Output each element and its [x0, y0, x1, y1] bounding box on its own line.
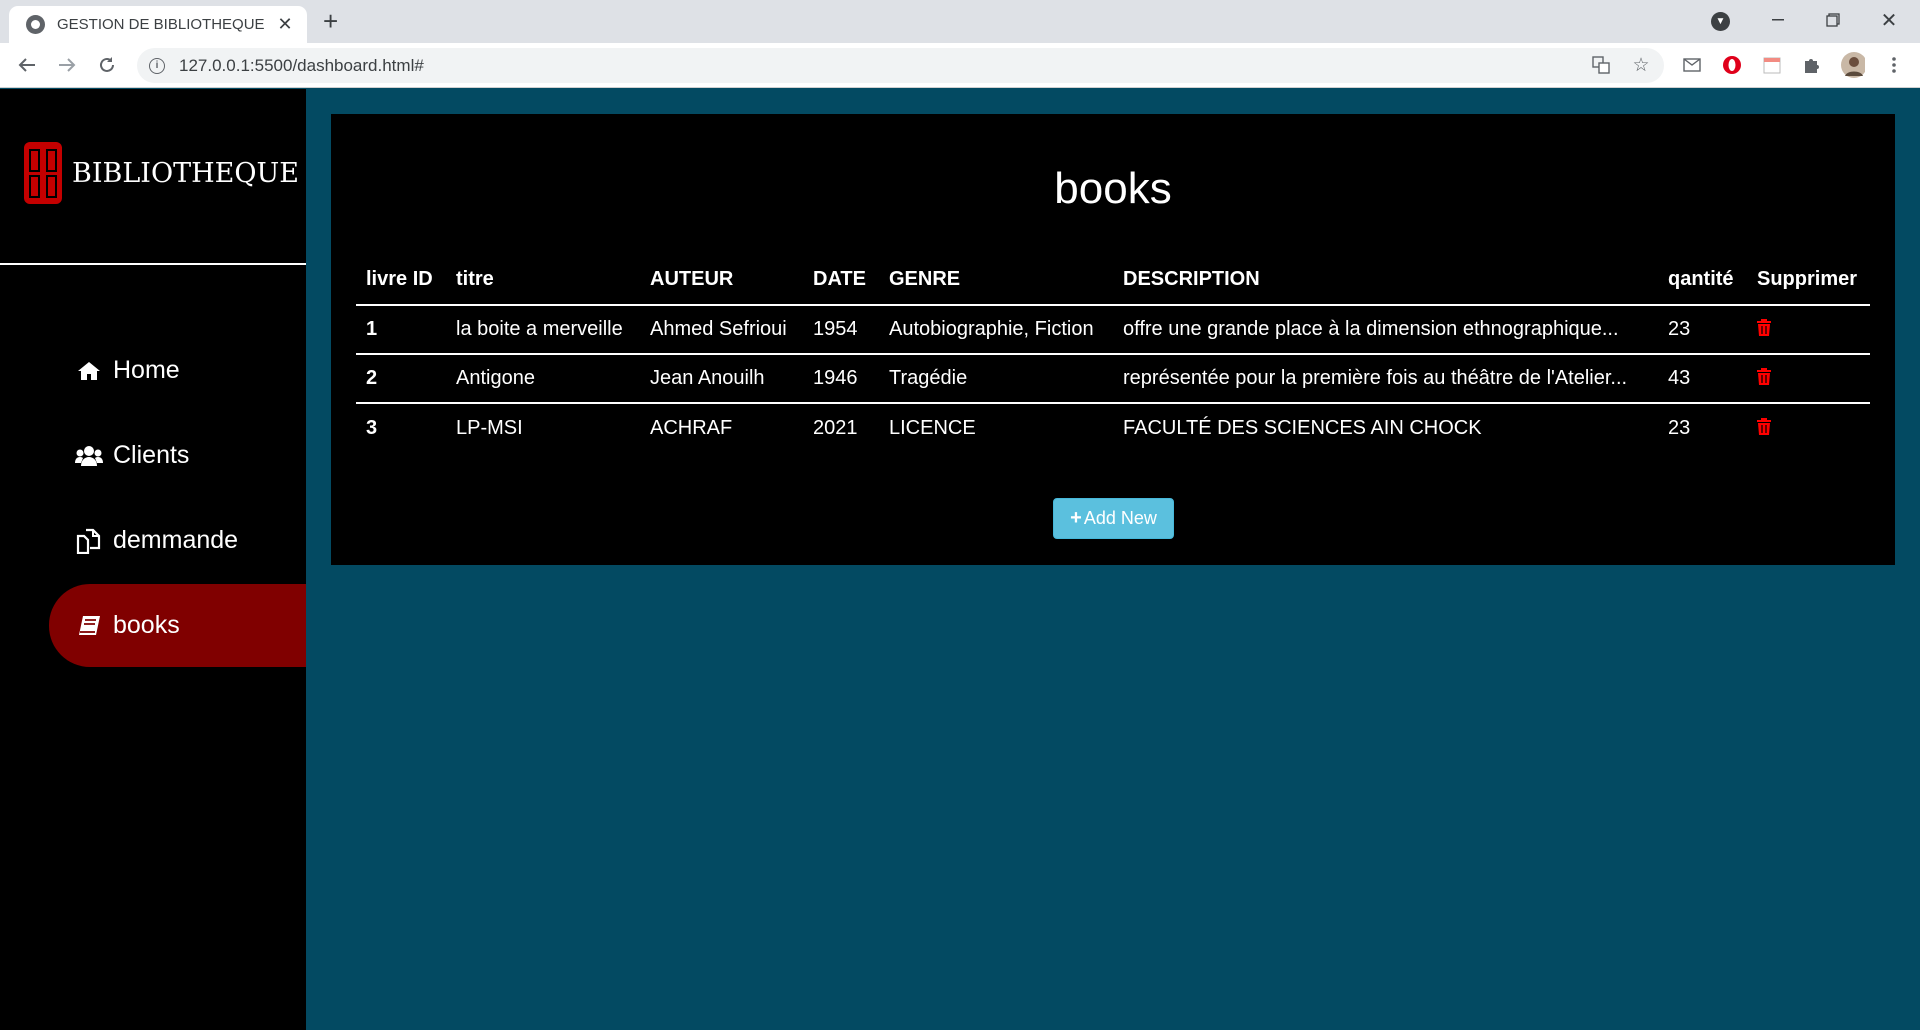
tab-title: GESTION DE BIBLIOTHEQUE	[57, 16, 265, 33]
sidebar-item-home[interactable]: Home	[49, 329, 306, 412]
column-header: DESCRIPTION	[1113, 254, 1658, 306]
books-table: livre ID titre AUTEUR DATE GENRE DESCRIP…	[356, 254, 1870, 452]
profile-avatar[interactable]	[1841, 52, 1865, 78]
minimize-button[interactable]	[1755, 0, 1801, 40]
cell-date: 2021	[813, 416, 858, 439]
cell-delete	[1747, 305, 1870, 355]
cell-id: 1	[356, 305, 446, 355]
add-new-button[interactable]: + Add New	[1053, 498, 1174, 539]
bookmark-star-icon[interactable]: ☆	[1627, 51, 1655, 79]
browser-toolbar: i 127.0.0.1:5500/dashboard.html# ☆	[0, 43, 1920, 88]
cell-auteur: Ahmed Sefrioui	[640, 305, 803, 355]
cell-description: représentée pour la première fois au thé…	[1113, 354, 1658, 404]
cell-date: 1954	[803, 305, 879, 355]
cell-quantite: 23	[1668, 416, 1691, 439]
calendar-extension-icon[interactable]	[1760, 53, 1784, 77]
sidebar-item-clients[interactable]: Clients	[49, 414, 306, 497]
cell-delete	[1747, 354, 1870, 404]
column-header: Supprimer	[1747, 254, 1870, 306]
restore-button[interactable]	[1810, 0, 1856, 40]
column-header: AUTEUR	[640, 254, 803, 306]
sidebar-item-label: books	[113, 611, 180, 639]
cell-id: 2	[356, 354, 446, 404]
cell-id: 3	[366, 416, 378, 439]
url-text: 127.0.0.1:5500/dashboard.html#	[179, 55, 424, 75]
back-button[interactable]	[11, 49, 43, 81]
browser-tab[interactable]: GESTION DE BIBLIOTHEQUE ✕	[9, 6, 307, 43]
table-header-row: livre ID titre AUTEUR DATE GENRE DESCRIP…	[356, 254, 1870, 306]
trash-icon[interactable]	[1757, 368, 1771, 385]
cell-delete	[1747, 403, 1870, 452]
cell-description: offre une grande place à la dimension et…	[1113, 305, 1658, 355]
page-title: books	[1054, 164, 1172, 213]
extensions-puzzle-icon[interactable]	[1800, 53, 1824, 77]
users-icon	[75, 442, 103, 470]
reload-button[interactable]	[91, 49, 123, 81]
cell-titre: LP-MSI	[456, 416, 523, 439]
brand[interactable]: BIBLIOTHEQUE	[24, 142, 299, 204]
table-row: 3 LP-MSI ACHRAF 2021 LICENCE FACULTÉ DES…	[356, 403, 1870, 452]
plus-icon: +	[1070, 507, 1082, 529]
close-window-button[interactable]: ✕	[1866, 0, 1912, 40]
opera-extension-icon[interactable]	[1720, 53, 1744, 77]
profile-menu-icon[interactable]: ▼	[1711, 12, 1730, 31]
sidebar-item-label: Home	[113, 356, 180, 384]
address-bar[interactable]: i 127.0.0.1:5500/dashboard.html#	[137, 48, 1664, 83]
cell-titre: la boite a merveille	[446, 305, 640, 355]
sidebar-item-books[interactable]: books	[49, 584, 306, 667]
sidebar-item-label: demmande	[113, 526, 239, 554]
chrome-menu-icon[interactable]	[1882, 53, 1906, 77]
column-header: livre ID	[356, 254, 446, 306]
column-header: GENRE	[879, 254, 1113, 306]
book-icon	[75, 612, 103, 640]
cell-quantite: 43	[1658, 354, 1747, 404]
cell-auteur: Jean Anouilh	[640, 354, 803, 404]
cell-genre: LICENCE	[889, 416, 976, 439]
translate-icon[interactable]	[1587, 51, 1615, 79]
cell-titre: Antigone	[446, 354, 640, 404]
cell-genre: Tragédie	[879, 354, 1113, 404]
close-tab-icon[interactable]: ✕	[275, 14, 295, 35]
cell-genre: Autobiographie, Fiction	[879, 305, 1113, 355]
brand-name: BIBLIOTHEQUE	[72, 157, 299, 189]
forward-button[interactable]	[51, 49, 83, 81]
cell-quantite: 23	[1658, 305, 1747, 355]
library-logo-icon	[24, 142, 62, 204]
sidebar-divider	[0, 263, 306, 265]
sidebar-item-demmande[interactable]: demmande	[49, 499, 306, 582]
books-panel: books livre ID titre AUTEUR DATE GENRE D…	[331, 114, 1895, 565]
sidebar: BIBLIOTHEQUE Home Clients demmande books	[0, 89, 306, 1030]
table-row: 2 Antigone Jean Anouilh 1946 Tragédie re…	[356, 354, 1870, 404]
copy-icon	[75, 527, 103, 555]
trash-icon[interactable]	[1757, 319, 1771, 336]
globe-icon	[26, 15, 45, 34]
cell-date: 1946	[803, 354, 879, 404]
column-header: qantité	[1658, 254, 1747, 306]
column-header: titre	[446, 254, 640, 306]
cell-description: FACULTÉ DES SCIENCES AIN CHOCK	[1123, 416, 1482, 439]
column-header: DATE	[803, 254, 879, 306]
browser-tab-bar: GESTION DE BIBLIOTHEQUE ✕ + ▼ ✕	[0, 0, 1920, 43]
trash-icon[interactable]	[1757, 417, 1771, 435]
cell-auteur: ACHRAF	[650, 416, 733, 439]
new-tab-button[interactable]: +	[323, 6, 338, 36]
mail-extension-icon[interactable]	[1680, 53, 1704, 77]
sidebar-item-label: Clients	[113, 441, 190, 469]
table-row: 1 la boite a merveille Ahmed Sefrioui 19…	[356, 305, 1870, 355]
info-icon[interactable]: i	[149, 57, 165, 74]
add-new-label: Add New	[1083, 508, 1157, 528]
home-icon	[75, 357, 103, 385]
